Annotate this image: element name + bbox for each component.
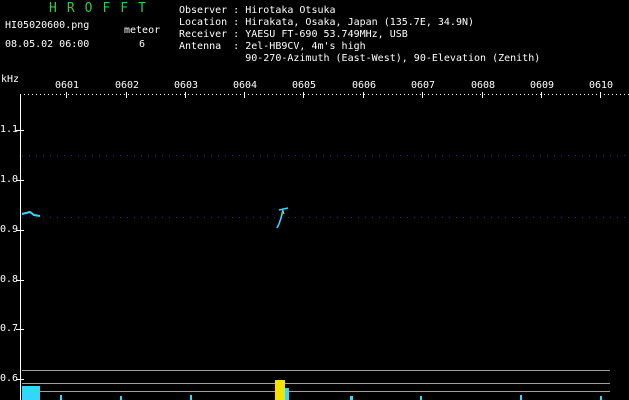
spectrogram-plot xyxy=(16,92,629,400)
